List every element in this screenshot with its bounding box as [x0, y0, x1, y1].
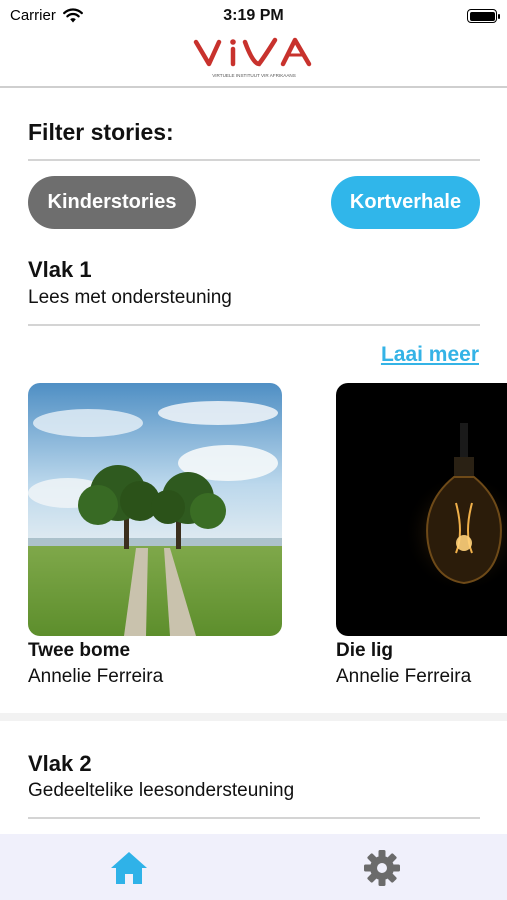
- story-title: Die lig: [336, 640, 394, 661]
- viva-logo: VIRTUELE INSTITUUT VIR AFRIKAANS: [193, 37, 312, 78]
- filter-kortverhale-button[interactable]: Kortverhale: [331, 176, 480, 229]
- home-icon[interactable]: [109, 848, 149, 888]
- divider: [28, 324, 480, 326]
- story-title: Twee bome: [28, 640, 131, 661]
- filter-title: Filter stories:: [28, 119, 174, 145]
- section-subtitle: Gedeeltelike leesondersteuning: [28, 780, 295, 801]
- divider: [28, 159, 480, 161]
- filter-button-label: Kortverhale: [349, 191, 462, 213]
- story-card[interactable]: Die lig Annelie Ferreira: [336, 383, 507, 688]
- clock: 3:19 PM: [223, 7, 284, 24]
- section-title: Vlak 2: [28, 751, 92, 776]
- section-title: Vlak 1: [28, 257, 92, 282]
- gear-icon[interactable]: [362, 848, 402, 888]
- app-header: VIRTUELE INSTITUUT VIR AFRIKAANS: [0, 32, 507, 88]
- section-separator: [0, 713, 507, 721]
- story-card[interactable]: Twee bome Annelie Ferreira: [28, 383, 282, 688]
- story-author: Annelie Ferreira: [28, 666, 164, 687]
- story-author: Annelie Ferreira: [336, 666, 472, 687]
- load-more-link[interactable]: Laai meer: [381, 343, 479, 367]
- logo-tagline: VIRTUELE INSTITUUT VIR AFRIKAANS: [212, 73, 296, 78]
- battery-icon: [467, 9, 500, 23]
- filter-kinderstories-button[interactable]: Kinderstories: [28, 176, 196, 229]
- story-image-two-trees: [28, 383, 282, 636]
- story-image-light-bulb: [336, 383, 507, 636]
- status-bar: Carrier 3:19 PM: [0, 0, 507, 32]
- divider: [28, 817, 480, 819]
- filter-button-label: Kinderstories: [47, 191, 177, 213]
- tab-bar: [0, 834, 507, 900]
- section-subtitle: Lees met ondersteuning: [28, 287, 232, 308]
